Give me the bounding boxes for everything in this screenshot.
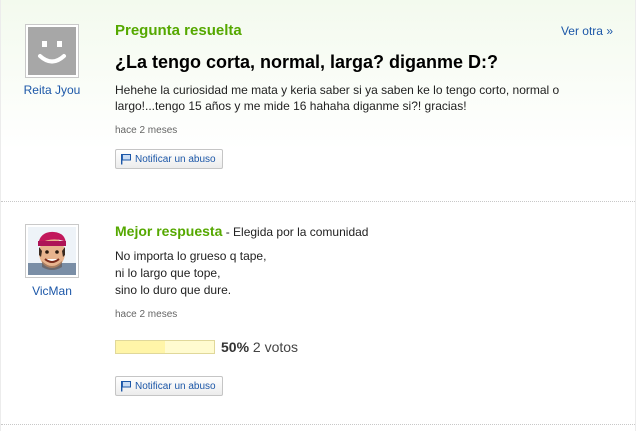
flag-icon xyxy=(120,380,132,392)
answer-timestamp: hace 2 meses xyxy=(115,309,178,320)
flag-icon xyxy=(120,153,132,165)
best-answer-title: Mejor respuesta xyxy=(115,223,223,239)
see-another-link[interactable]: Ver otra » xyxy=(561,24,613,38)
best-answer-subtitle: - Elegida por la comunidad xyxy=(222,225,369,239)
report-abuse-label: Notificar un abuso xyxy=(135,153,216,165)
answerer-avatar[interactable] xyxy=(25,224,79,278)
vote-count: 2 votos xyxy=(252,339,299,355)
question-timestamp: hace 2 meses xyxy=(115,125,178,136)
answer-body: No importa lo grueso q tape, ni lo largo… xyxy=(115,248,266,299)
resolved-question-heading: Pregunta resuelta xyxy=(115,22,242,39)
best-answer-heading: Mejor respuesta - Elegida por la comunid… xyxy=(115,223,368,241)
question-body: Hehehe la curiosidad me mata y keria sab… xyxy=(115,83,560,113)
double-chevron-right-icon: » xyxy=(606,24,613,38)
answer-line: No importa lo grueso q tape, xyxy=(115,249,267,263)
smiley-avatar-icon xyxy=(28,27,76,75)
answerer-name-link[interactable]: VicMan xyxy=(12,284,92,298)
report-abuse-label: Notificar un abuso xyxy=(135,380,216,392)
answer-line: sino lo duro que dure. xyxy=(115,283,232,297)
section-divider xyxy=(1,201,635,202)
question-page: Reita Jyou Pregunta resuelta Ver otra » … xyxy=(0,0,636,431)
question-title: ¿La tengo corta, normal, larga? diganme … xyxy=(115,52,499,72)
vote-percent: 50% xyxy=(221,339,250,355)
answer-line: ni lo largo que tope, xyxy=(115,266,221,280)
user-photo-avatar xyxy=(28,227,76,275)
vote-bar-fill xyxy=(116,341,165,353)
section-divider xyxy=(1,424,635,425)
report-abuse-button[interactable]: Notificar un abuso xyxy=(115,376,223,396)
asker-avatar[interactable] xyxy=(25,24,79,78)
see-another-label[interactable]: Ver otra xyxy=(561,24,603,38)
vote-bar xyxy=(115,340,215,354)
asker-name-link[interactable]: Reita Jyou xyxy=(12,83,92,97)
report-abuse-button[interactable]: Notificar un abuso xyxy=(115,149,223,169)
vote-summary: 50% 2 votos xyxy=(221,339,298,355)
